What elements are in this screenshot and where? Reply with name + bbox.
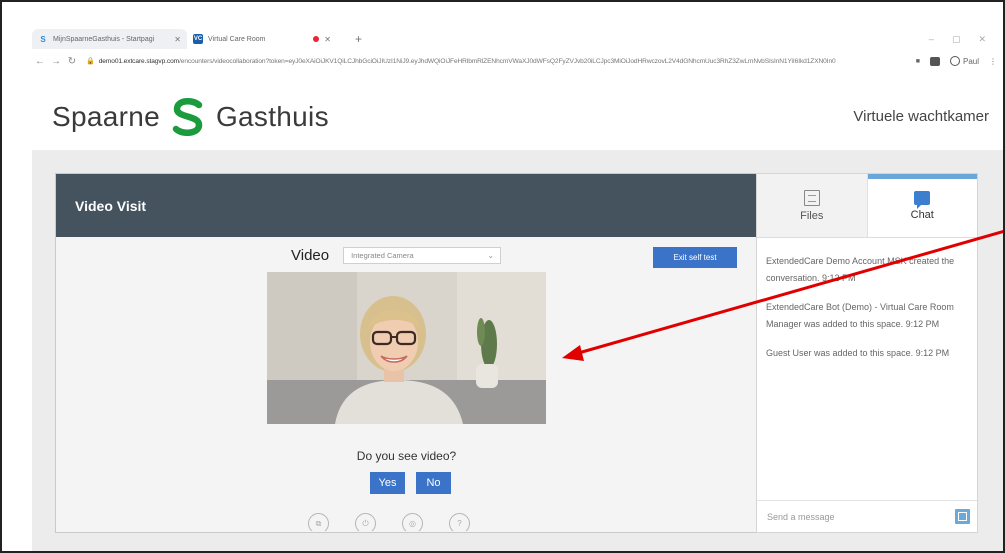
video-check-question: Do you see video? — [356, 449, 457, 463]
call-controls: ⧉ ⏻ ◎ ? — [308, 513, 470, 531]
chat-message: Guest User was added to this space. 9:12… — [766, 348, 950, 358]
video-visit-panel: Video Visit Video Integrated Camera ⌄ Ex… — [55, 173, 758, 533]
screen-share-icon[interactable]: ⧉ — [308, 513, 329, 531]
more-menu-icon[interactable]: ⋮ — [989, 57, 997, 66]
camera-icon[interactable]: ◎ — [402, 513, 423, 531]
url-path: /encounters/videocollaboration?token=eyJ… — [179, 57, 836, 65]
url-field[interactable]: demo01.extcare.stagvp.com/encounters/vid… — [99, 58, 908, 65]
camera-feed-image — [267, 272, 546, 424]
chat-compose — [757, 500, 977, 532]
window-controls: – ▢ ✕ — [929, 34, 992, 45]
close-tab-icon[interactable]: ✕ — [324, 35, 331, 44]
chat-message: ExtendedCare Demo Account MSK created th… — [766, 256, 955, 283]
video-preview — [267, 272, 546, 424]
camera-select-value: Integrated Camera — [351, 251, 414, 260]
browser-tab-strip: S MijnSpaarneGasthuis - Startpagi ✕ VC V… — [32, 28, 992, 50]
virtual-waiting-room-link[interactable]: Virtuele wachtkamer — [853, 108, 989, 125]
logo-text-right: Gasthuis — [215, 101, 329, 132]
profile-button[interactable]: Paul — [949, 56, 979, 66]
toolbar-right: ■ Paul ⋮ — [908, 56, 997, 66]
recording-dot-icon — [313, 36, 320, 42]
minimize-button[interactable]: – — [929, 34, 934, 45]
panel-title: Video Visit — [56, 174, 757, 237]
spaarne-s-logo-icon — [172, 98, 203, 136]
message-input[interactable] — [767, 511, 937, 522]
exit-self-test-button[interactable]: Exit self test — [653, 247, 737, 268]
yes-button[interactable]: Yes — [370, 472, 405, 494]
microphone-icon[interactable]: ⏻ — [355, 513, 376, 531]
panel-body: Video Integrated Camera ⌄ Exit self test — [56, 237, 757, 533]
profile-label: Paul — [962, 56, 979, 66]
logo-text-left: Spaarne — [52, 101, 160, 132]
files-icon — [803, 189, 820, 206]
chat-message: ExtendedCare Bot (Demo) - Virtual Care R… — [766, 302, 954, 329]
spaarne-gasthuis-logo[interactable]: Spaarne Gasthuis — [52, 97, 329, 137]
help-icon[interactable]: ? — [449, 513, 470, 531]
url-host: demo01.extcare.stagvp.com — [98, 57, 180, 65]
virtual-care-favicon-icon: VC — [193, 34, 203, 44]
video-source-row: Video Integrated Camera ⌄ — [291, 247, 502, 264]
screenshot-frame: S MijnSpaarneGasthuis - Startpagi ✕ VC V… — [0, 0, 1005, 553]
tab-chat[interactable]: Chat — [867, 174, 977, 237]
video-label: Video — [291, 247, 330, 264]
camera-select[interactable]: Integrated Camera ⌄ — [343, 247, 502, 264]
extension-icon[interactable] — [929, 56, 940, 66]
close-window-button[interactable]: ✕ — [978, 34, 986, 45]
tab-title: MijnSpaarneGasthuis - Startpagi — [53, 35, 155, 43]
no-button[interactable]: No — [416, 472, 451, 494]
send-icon[interactable] — [955, 509, 970, 524]
tab-files[interactable]: Files — [757, 174, 868, 237]
spaarne-favicon-icon: S — [40, 34, 46, 44]
chat-message-list: ExtendedCare Demo Account MSK created th… — [757, 238, 977, 362]
browser-tab-mijnspaarne[interactable]: S MijnSpaarneGasthuis - Startpagi ✕ — [32, 29, 187, 49]
back-arrow-icon[interactable]: ← — [32, 56, 48, 67]
address-bar: ← → ↻ 🔒 demo01.extcare.stagvp.com/encoun… — [32, 51, 997, 71]
reload-icon[interactable]: ↻ — [64, 56, 80, 67]
avatar-icon — [949, 56, 960, 66]
camera-in-use-icon[interactable]: ■ — [916, 58, 920, 65]
site-header: Spaarne Gasthuis Virtuele wachtkamer — [32, 72, 1003, 150]
tab-files-label: Files — [800, 209, 824, 222]
chevron-down-icon: ⌄ — [487, 251, 495, 260]
tab-title: Virtual Care Room — [208, 35, 266, 43]
new-tab-button[interactable]: + — [355, 32, 362, 46]
chat-icon — [914, 191, 931, 209]
lock-icon[interactable]: 🔒 — [86, 57, 95, 65]
side-tabs: Files Chat — [757, 174, 977, 238]
tab-chat-label: Chat — [910, 209, 934, 221]
close-tab-icon[interactable]: ✕ — [174, 35, 181, 44]
browser-tab-virtual-care-room[interactable]: VC Virtual Care Room ✕ — [187, 29, 337, 49]
maximize-button[interactable]: ▢ — [952, 34, 961, 45]
forward-arrow-icon[interactable]: → — [48, 56, 64, 67]
yes-no-group: Yes No — [370, 472, 451, 494]
side-panel: Files Chat ExtendedCare Demo Account MSK… — [756, 173, 978, 533]
